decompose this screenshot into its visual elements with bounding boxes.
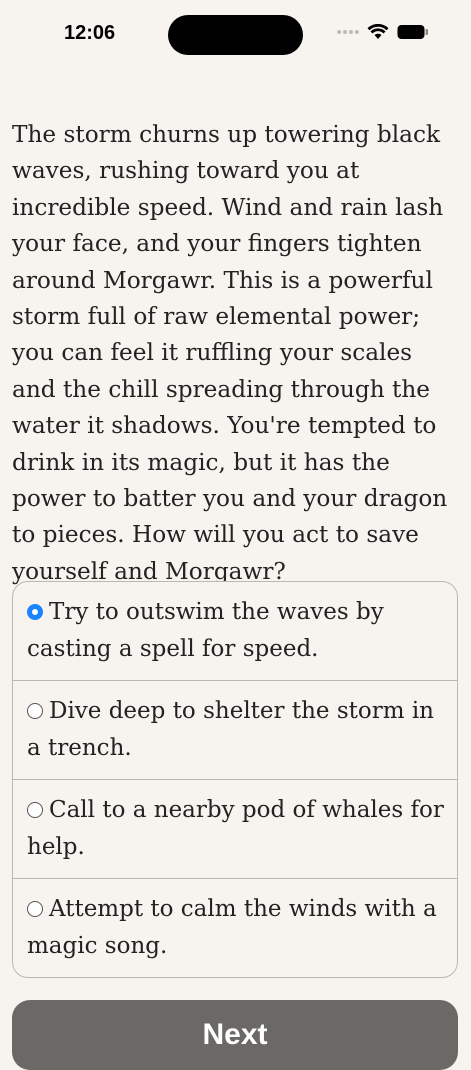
choice-option-4[interactable]: Attempt to calm the winds with a magic s…	[13, 879, 457, 977]
wifi-icon	[367, 24, 389, 40]
next-button[interactable]: Next	[12, 1000, 458, 1070]
choice-label: Dive deep to shelter the storm in a tren…	[27, 698, 434, 761]
status-icons	[337, 24, 429, 40]
status-time: 12:06	[64, 22, 116, 44]
status-bar: 12:06	[0, 0, 471, 70]
radio-unselected-icon[interactable]	[27, 802, 43, 818]
choice-label: Call to a nearby pod of whales for help.	[27, 797, 444, 860]
choice-label: Attempt to calm the winds with a magic s…	[27, 896, 437, 959]
cellular-signal-icon	[337, 30, 359, 34]
radio-unselected-icon[interactable]	[27, 901, 43, 917]
battery-icon	[397, 24, 429, 40]
choice-list: Try to outswim the waves by casting a sp…	[12, 581, 458, 978]
choice-label: Try to outswim the waves by casting a sp…	[27, 599, 384, 662]
choice-option-2[interactable]: Dive deep to shelter the storm in a tren…	[13, 681, 457, 780]
radio-unselected-icon[interactable]	[27, 703, 43, 719]
story-text: The storm churns up towering black waves…	[12, 121, 448, 585]
radio-selected-icon[interactable]	[27, 604, 43, 620]
choice-option-3[interactable]: Call to a nearby pod of whales for help.	[13, 780, 457, 879]
choice-option-1[interactable]: Try to outswim the waves by casting a sp…	[13, 582, 457, 681]
dynamic-island	[168, 15, 303, 55]
